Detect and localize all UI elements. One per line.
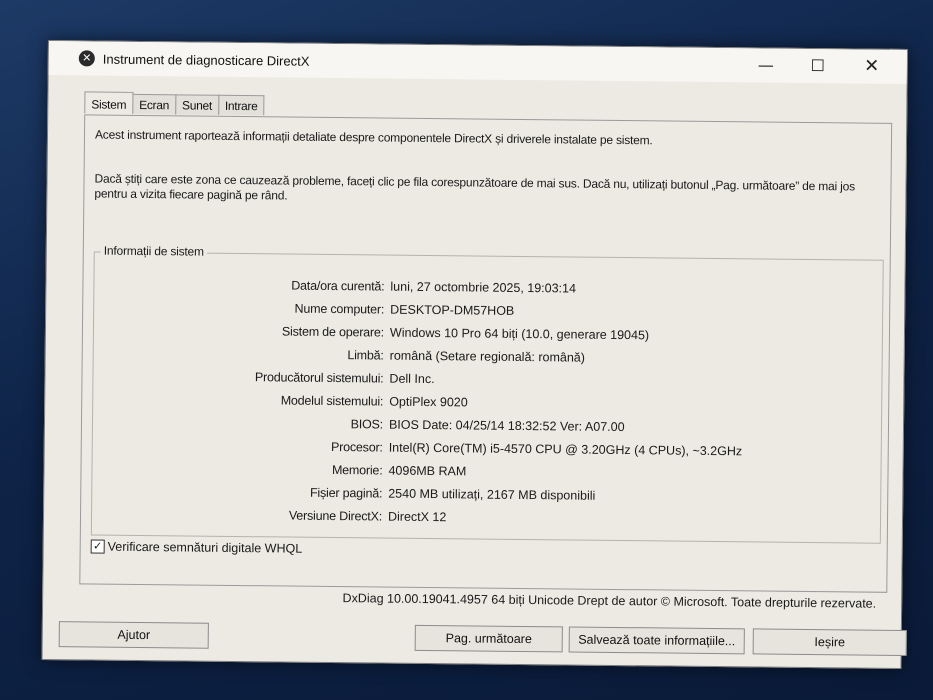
info-row-computer-name: Nume computer: DESKTOP-DM57HOB [94, 299, 874, 325]
info-value: Windows 10 Pro 64 biți (10.0, generare 1… [389, 325, 650, 343]
info-value: luni, 27 octombrie 2025, 19:03:14 [390, 279, 577, 296]
info-row-language: Limbă: română (Setare regională: română) [94, 345, 874, 371]
info-value: 4096MB RAM [388, 463, 467, 479]
directx-icon: ✕ [78, 50, 95, 67]
info-value: Dell Inc. [389, 371, 435, 387]
tab-sistem[interactable]: Sistem [84, 91, 134, 114]
info-row-datetime: Data/ora curentă: luni, 27 octombrie 202… [94, 277, 874, 303]
tab-strip: Sistem Ecran Sunet Intrare [84, 91, 265, 116]
info-row-manufacturer: Producătorul sistemului: Dell Inc. [93, 368, 873, 394]
info-row-directx-version: Versiune DirectX: DirectX 12 [92, 506, 872, 532]
next-page-button[interactable]: Pag. următoare [414, 624, 563, 653]
info-row-os: Sistem de operare: Windows 10 Pro 64 biț… [94, 322, 874, 348]
version-copyright-text: DxDiag 10.00.19041.4957 64 biți Unicode … [342, 591, 877, 611]
info-label: Nume computer: [294, 301, 385, 317]
tab-intrare[interactable]: Intrare [217, 94, 265, 116]
info-value: DESKTOP-DM57HOB [390, 302, 515, 318]
whql-checkbox[interactable]: ✓ [90, 539, 105, 554]
exit-button[interactable]: Ieșire [752, 628, 907, 657]
tab-sunet[interactable]: Sunet [174, 94, 220, 115]
save-all-information-button[interactable]: Salvează toate informațiile... [568, 626, 745, 655]
info-label: Memorie: [331, 462, 383, 478]
info-row-page-file: Fișier pagină: 2540 MB utilizați, 2167 M… [92, 483, 872, 509]
intro-text: Acest instrument raportează informații d… [94, 127, 653, 148]
info-value: Intel(R) Core(TM) i5-4570 CPU @ 3.20GHz … [388, 440, 743, 459]
maximize-button[interactable]: ☐ [795, 49, 841, 83]
tab-ecran[interactable]: Ecran [132, 93, 177, 115]
info-label: Versiune DirectX: [288, 508, 383, 524]
group-title: Informații de sistem [100, 243, 207, 259]
info-label: Sistem de operare: [281, 324, 385, 340]
whql-checkbox-row[interactable]: ✓ Verificare semnături digitale WHQL [90, 539, 303, 556]
info-value: BIOS Date: 04/25/14 18:32:52 Ver: A07.00 [388, 417, 625, 435]
close-button[interactable]: ✕ [849, 49, 895, 83]
info-value: 2540 MB utilizați, 2167 MB disponibili [388, 486, 596, 503]
info-label: Modelul sistemului: [280, 393, 384, 409]
system-info-group: Informații de sistem Data/ora curentă: l… [90, 243, 884, 544]
info-value: OptiPlex 9020 [389, 394, 468, 410]
info-label: Data/ora curentă: [291, 278, 385, 294]
tab-panel-sistem: Acest instrument raportează informații d… [79, 114, 893, 611]
info-row-model: Modelul sistemului: OptiPlex 9020 [93, 391, 873, 417]
info-value: DirectX 12 [387, 509, 447, 525]
info-label: Limbă: [347, 348, 384, 363]
info-value: română (Setare regională: română) [389, 348, 586, 365]
info-label: Producătorul sistemului: [254, 370, 384, 386]
info-row-memory: Memorie: 4096MB RAM [92, 460, 872, 486]
dxdiag-window: ✕ Instrument de diagnosticare DirectX — … [41, 40, 908, 669]
info-label: Procesor: [330, 439, 383, 455]
window-title: Instrument de diagnosticare DirectX [102, 51, 310, 69]
minimize-button[interactable]: — [743, 48, 789, 82]
whql-checkbox-label[interactable]: Verificare semnături digitale WHQL [108, 540, 303, 556]
info-label: BIOS: [350, 417, 384, 432]
instructions-text: Dacă știți care este zona ce cauzează pr… [94, 171, 855, 203]
info-label: Fișier pagină: [309, 485, 383, 501]
info-row-bios: BIOS: BIOS Date: 04/25/14 18:32:52 Ver: … [93, 414, 873, 440]
help-button[interactable]: Ajutor [58, 621, 209, 649]
title-bar[interactable]: ✕ Instrument de diagnosticare DirectX — … [48, 41, 907, 84]
info-row-processor: Procesor: Intel(R) Core(TM) i5-4570 CPU … [93, 437, 873, 463]
